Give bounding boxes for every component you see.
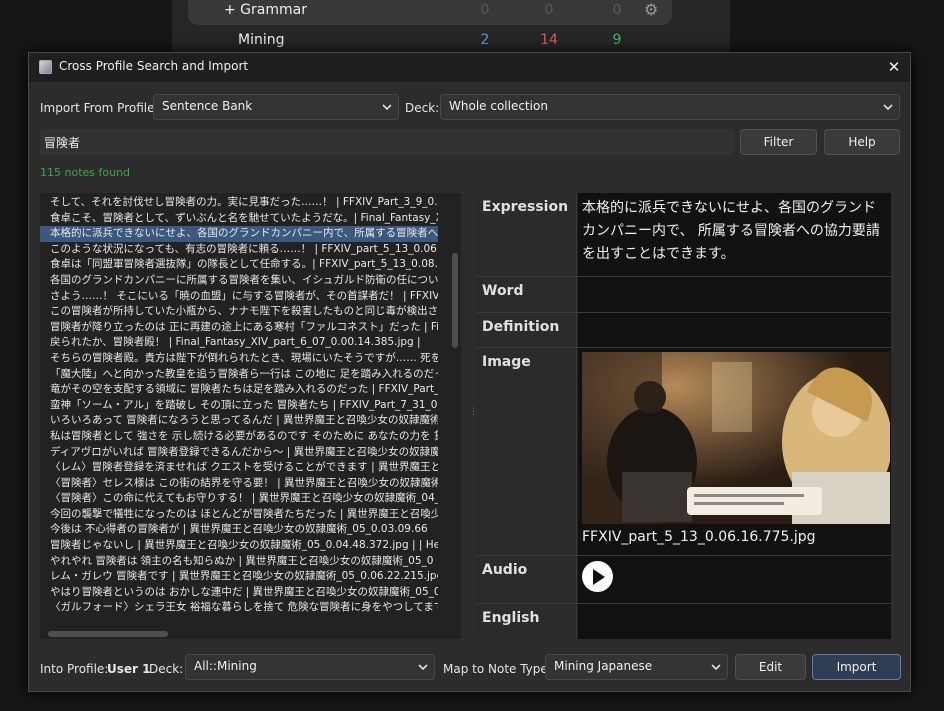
field-name: Audio xyxy=(477,556,577,603)
deck-label: Deck: xyxy=(405,101,440,115)
chevron-down-icon xyxy=(382,104,392,111)
game-screenshot-image xyxy=(582,352,890,524)
list-item[interactable]: 食卓は「同盟軍冒険者選抜隊」の隊長として任命する。| FFXIV_part_5_… xyxy=(40,257,438,273)
gear-icon[interactable]: ⚙ xyxy=(644,0,658,19)
list-item[interactable]: そちらの冒険者殿。貴方は陛下が倒れられたとき、現場にいたそうですが…… 死を xyxy=(40,351,438,367)
note-type-select[interactable]: Mining Japanese xyxy=(545,654,728,680)
list-item[interactable]: 食卓こそ、冒険者として、ずいぶんと名を馳せていたようだな。| Final_Fan… xyxy=(40,211,438,227)
list-item[interactable]: 私は冒険者として 強さを 示し続ける必要があるのです そのために あなたの力を … xyxy=(40,429,438,445)
deck-name[interactable]: + Grammar xyxy=(224,2,307,18)
new-count: 0 xyxy=(480,2,490,18)
list-item[interactable]: やはり冒険者というのは おかしな連中だ | 異世界魔王と召喚少女の奴隷魔術_05… xyxy=(40,585,438,601)
field-row-definition: Definition xyxy=(477,313,891,348)
vertical-scrollbar[interactable] xyxy=(452,253,458,348)
results-list[interactable]: そして、それを討伐せし冒険者の力。実に見事だった……！ | FFXIV_Part… xyxy=(40,193,461,639)
target-deck-label: Deck: xyxy=(149,662,184,676)
horizontal-scrollbar[interactable] xyxy=(48,631,168,637)
notes-found-count: 115 notes found xyxy=(40,166,131,179)
help-button[interactable]: Help xyxy=(824,129,900,155)
window-title: Cross Profile Search and Import xyxy=(59,59,249,73)
map-note-type-label: Map to Note Type: xyxy=(443,662,552,676)
field-row-word: Word xyxy=(477,277,891,313)
list-item[interactable]: ディアヴロがいれば 冒険者登録できるんだから～ | 異世界魔王と召喚少女の奴隷魔 xyxy=(40,445,438,461)
list-item[interactable]: 竜がその空を支配する領域に 冒険者たちは足を踏み入れるのだった | FFXIV_… xyxy=(40,382,438,398)
close-icon[interactable]: ✕ xyxy=(878,53,910,82)
into-profile-label: Into Profile: xyxy=(40,662,109,676)
field-name: Expression xyxy=(477,193,577,276)
list-item[interactable]: この冒険者が所持していた小瓶から、ナナモ陛下を殺害したものと同じ毒が検出され xyxy=(40,304,438,320)
edit-button[interactable]: Edit xyxy=(735,654,806,680)
list-item[interactable]: このような状況になっても、有志の冒険者に頼る……！ | FFXIV_part_5… xyxy=(40,242,438,258)
filter-button[interactable]: Filter xyxy=(740,129,817,155)
field-row-english: English xyxy=(477,604,891,639)
list-item[interactable]: やれやれ 冒険者は 領主の名も知らぬか | 異世界魔王と召喚少女の奴隷魔術_05… xyxy=(40,554,438,570)
chevron-down-icon xyxy=(883,104,893,111)
list-item[interactable]: 戻られたか、冒険者殿！ | Final_Fantasy_XIV_part_6_0… xyxy=(40,335,438,351)
note-fields-panel: Expression 本格的に派兵できないにせよ、各国のグランドカンパニー内で、… xyxy=(477,193,891,639)
profile-select-value: Sentence Bank xyxy=(162,99,253,113)
note-type-value: Mining Japanese xyxy=(554,659,653,673)
list-item[interactable]: 〈冒険者〉この命に代えてもお守りする！ | 異世界魔王と召喚少女の奴隷魔術_04… xyxy=(40,491,438,507)
field-name: Definition xyxy=(477,313,577,347)
chevron-down-icon xyxy=(711,664,721,671)
app-icon xyxy=(39,60,52,74)
list-item[interactable]: 今回の襲撃で犠牲になったのは ほとんどが冒険者たちだった | 異世界魔王と召喚少… xyxy=(40,507,438,523)
cross-profile-dialog: Cross Profile Search and Import ✕ Import… xyxy=(28,52,911,692)
chevron-down-icon xyxy=(418,664,428,671)
field-value xyxy=(578,556,891,603)
list-item[interactable]: 今後は 不心得者の冒険者が | 異世界魔王と召喚少女の奴隷魔術_05_0.03.… xyxy=(40,522,438,538)
deck-name[interactable]: Mining xyxy=(238,32,285,48)
list-item[interactable]: 〈ガルフォード〉シェラ王女 裕福な暮らしを捨て 危険な冒険者に身をやつしてまで … xyxy=(40,600,438,616)
field-value xyxy=(578,313,891,347)
field-value xyxy=(578,604,891,639)
list-item[interactable]: 冒険者が降り立ったのは 正に再建の途上にある寒村「ファルコネスト」だった | F… xyxy=(40,320,438,336)
field-name: Image xyxy=(477,348,577,555)
list-item[interactable]: そして、それを討伐せし冒険者の力。実に見事だった……！ | FFXIV_Part… xyxy=(40,195,438,211)
field-value xyxy=(578,277,891,312)
deck-row-grammar[interactable]: + Grammar 0 0 0 ⚙ xyxy=(172,0,730,25)
field-name: Word xyxy=(477,277,577,312)
play-icon[interactable] xyxy=(582,561,613,592)
target-profile-name: User 1 xyxy=(107,662,151,676)
results-rows: そして、それを討伐せし冒険者の力。実に見事だった……！ | FFXIV_Part… xyxy=(40,193,461,616)
title-bar: Cross Profile Search and Import ✕ xyxy=(29,53,910,82)
list-item[interactable]: 〈レム〉冒険者登録を済ませれば クエストを受けることができます | 異世界魔王と… xyxy=(40,460,438,476)
import-from-label: Import From Profile: xyxy=(40,101,159,115)
list-item[interactable]: 「魔大陸」へと向かった教皇を追う冒険者ら一行は この地に 足を踏み入れるのだった xyxy=(40,367,438,383)
field-row-expression: Expression 本格的に派兵できないにせよ、各国のグランドカンパニー内で、… xyxy=(477,193,891,277)
field-value: 本格的に派兵できないにせよ、各国のグランドカンパニー内で、 所属する冒険者への協… xyxy=(578,193,891,276)
list-item[interactable]: 蛮神「ソーム・アル」を踏破し その頂に立った 冒険者たち | FFXIV_Par… xyxy=(40,398,438,414)
field-row-image: Image FFXIV_part_5_13_0.06.16.775.jpg xyxy=(477,348,891,556)
list-item[interactable]: 冒険者じゃないし | 異世界魔王と召喚少女の奴隷魔術_05_0.04.48.37… xyxy=(40,538,438,554)
list-item[interactable]: レム・ガレウ 冒険者です | 異世界魔王と召喚少女の奴隷魔術_05_0.06.2… xyxy=(40,569,438,585)
list-item[interactable]: さよう……！ そこにいる「暁の血盟」に与する冒険者が、その首謀者だ！ | FFX… xyxy=(40,289,438,305)
splitter-handle[interactable]: ⋮ xyxy=(469,408,478,417)
import-button[interactable]: Import xyxy=(812,654,901,680)
list-item[interactable]: 各国のグランドカンパニーに所属する冒険者を集い、イシュガルド防衛の任についても xyxy=(40,273,438,289)
due-count: 0 xyxy=(612,2,622,18)
search-input[interactable] xyxy=(40,129,734,155)
list-item[interactable]: 〈冒険者〉セレス様は この街の結界を守る要！ | 異世界魔王と召喚少女の奴隷魔術 xyxy=(40,476,438,492)
target-deck-value: All::Mining xyxy=(194,659,257,673)
deck-select-value: Whole collection xyxy=(449,99,548,113)
field-name: English xyxy=(477,604,577,639)
deck-browser-background: + Grammar 0 0 0 ⚙ Mining 2 14 9 xyxy=(172,0,730,52)
profile-select[interactable]: Sentence Bank xyxy=(153,94,399,120)
field-row-audio: Audio xyxy=(477,556,891,604)
image-filename: FFXIV_part_5_13_0.06.16.775.jpg xyxy=(582,529,816,545)
field-value: FFXIV_part_5_13_0.06.16.775.jpg xyxy=(578,348,891,555)
due-count: 9 xyxy=(612,32,622,48)
list-item[interactable]: いろいろあって 冒険者になろうと思ってるんだ | 異世界魔王と召喚少女の奴隷魔術… xyxy=(40,413,438,429)
target-deck-select[interactable]: All::Mining xyxy=(185,654,435,680)
learn-count: 0 xyxy=(544,2,554,18)
learn-count: 14 xyxy=(540,32,558,48)
deck-select[interactable]: Whole collection xyxy=(440,94,900,120)
list-item[interactable]: 本格的に派兵できないにせよ、各国のグランドカンパニー内で、所属する冒険者への協 xyxy=(40,226,438,242)
new-count: 2 xyxy=(480,32,490,48)
